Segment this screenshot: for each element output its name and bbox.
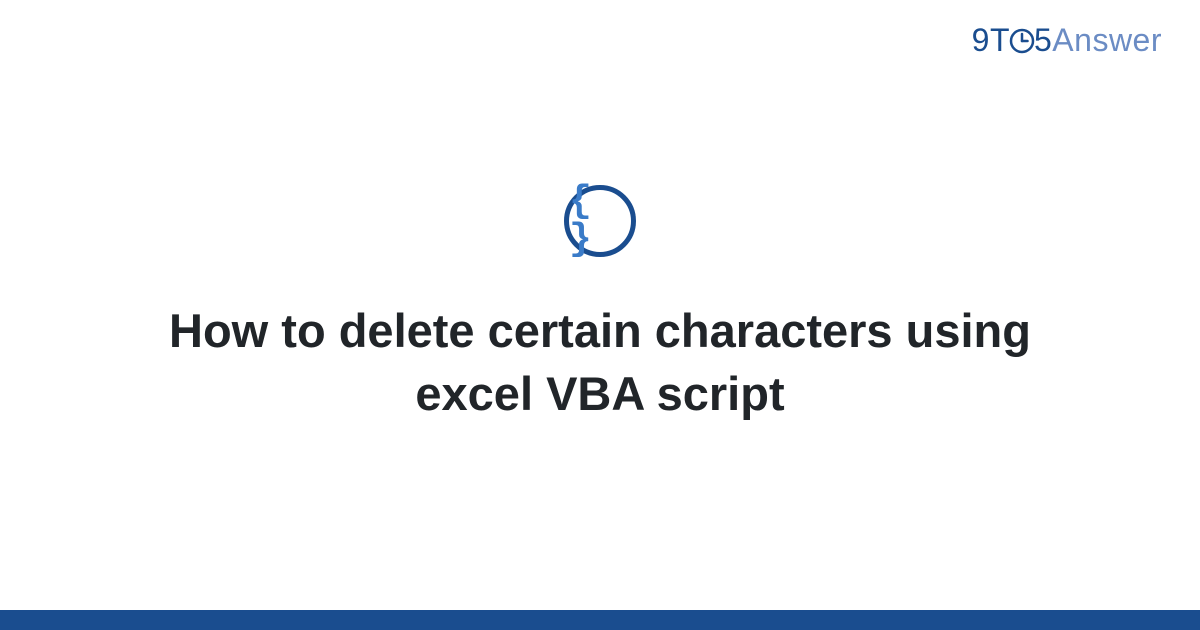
category-badge: { } <box>564 185 636 257</box>
main-content: { } How to delete certain characters usi… <box>0 0 1200 610</box>
code-braces-icon: { } <box>569 183 631 259</box>
page-title: How to delete certain characters using e… <box>100 299 1100 426</box>
footer-bar <box>0 610 1200 630</box>
